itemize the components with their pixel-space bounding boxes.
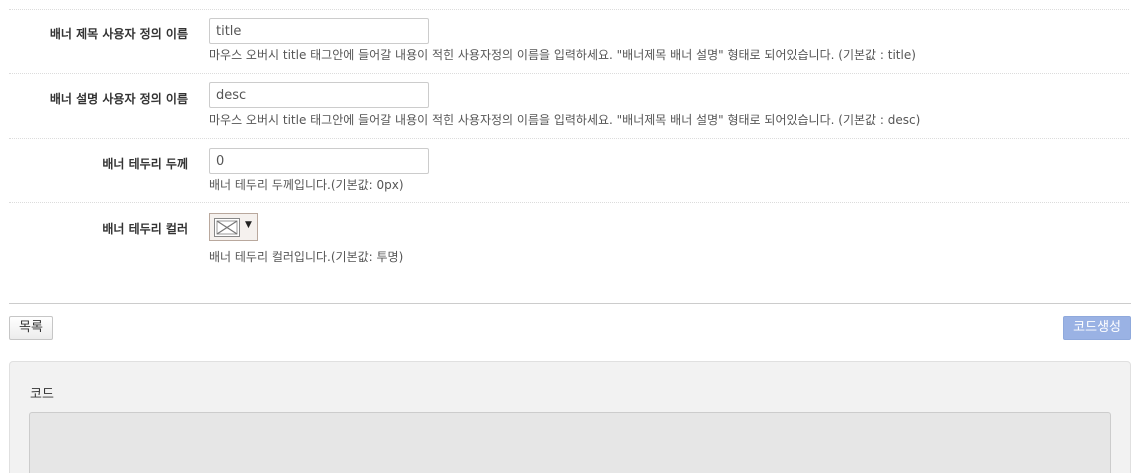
title-name-input[interactable] (209, 18, 429, 44)
border-width-input[interactable] (209, 148, 429, 174)
form-row-desc-name: 배너 설명 사용자 정의 이름 마우스 오버시 title 태그안에 들어갈 내… (9, 73, 1129, 139)
field-label: 배너 테두리 컬러 (102, 222, 188, 236)
list-button[interactable]: 목록 (9, 316, 53, 340)
code-panel: 코드 (9, 361, 1131, 473)
field-label: 배너 제목 사용자 정의 이름 (49, 27, 188, 41)
field-help-text: 배너 테두리 두께입니다.(기본값: 0px) (209, 178, 404, 192)
code-panel-title: 코드 (30, 387, 54, 402)
transparent-swatch-icon (214, 218, 240, 237)
form-row-title-name: 배너 제목 사용자 정의 이름 마우스 오버시 title 태그안에 들어갈 내… (9, 9, 1129, 74)
field-help-text: 마우스 오버시 title 태그안에 들어갈 내용이 적힌 사용자정의 이름을 … (209, 113, 921, 127)
field-help-text: 배너 테두리 컬러입니다.(기본값: 투명) (209, 250, 404, 264)
banner-settings-page: 배너 제목 사용자 정의 이름 마우스 오버시 title 태그안에 들어갈 내… (0, 0, 1137, 473)
field-label: 배너 테두리 두께 (102, 157, 188, 171)
form-row-border-color: 배너 테두리 컬러 ▼ 배너 테두리 컬러입니다.(기본값: 투명) (9, 202, 1129, 283)
border-color-picker[interactable]: ▼ (209, 213, 258, 241)
form-row-border-width: 배너 테두리 두께 배너 테두리 두께입니다.(기본값: 0px) (9, 138, 1129, 203)
field-help-text: 마우스 오버시 title 태그안에 들어갈 내용이 적힌 사용자정의 이름을 … (209, 48, 916, 62)
section-divider (9, 303, 1131, 304)
desc-name-input[interactable] (209, 82, 429, 108)
generate-code-button[interactable]: 코드생성 (1063, 316, 1131, 340)
dropdown-arrow-icon: ▼ (245, 220, 252, 230)
field-label: 배너 설명 사용자 정의 이름 (49, 92, 188, 106)
code-output-textarea[interactable] (29, 412, 1111, 473)
